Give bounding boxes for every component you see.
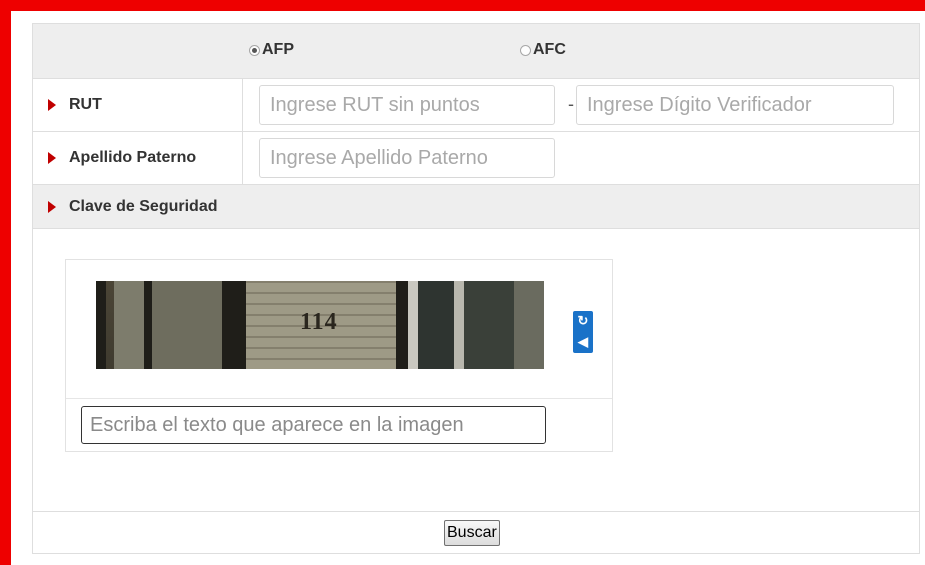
captcha-controls: ↻ ◀ [573,311,593,353]
captcha-box: 114 ↻ ◀ [65,259,613,452]
radio-afp[interactable]: AFP [249,41,294,59]
query-form-panel: AFP AFC RUT - Apellido Paterno Clave de … [32,23,920,554]
radio-afc[interactable]: AFC [520,41,566,59]
rut-label-cell: RUT [33,79,243,131]
captcha-image: 114 [96,281,544,369]
arrow-right-icon [48,201,56,213]
refresh-icon[interactable]: ↻ [573,311,593,332]
apellido-label-cell: Apellido Paterno [33,132,243,184]
red-frame-left [0,0,11,565]
type-selector-row: AFP AFC [33,24,919,79]
radio-afp-label: AFP [262,41,294,58]
apellido-label: Apellido Paterno [69,149,197,166]
clave-header-row: Clave de Seguridad [33,185,919,229]
apellido-input[interactable] [259,138,555,178]
rut-row: RUT - [33,79,919,132]
rut-label: RUT [69,96,102,113]
captcha-divider [66,398,612,399]
arrow-right-icon [48,152,56,164]
rut-dv-input[interactable] [576,85,894,125]
clave-label: Clave de Seguridad [69,198,218,215]
rut-number-input[interactable] [259,85,555,125]
apellido-row: Apellido Paterno [33,132,919,185]
captcha-input[interactable] [81,406,546,444]
arrow-right-icon [48,99,56,111]
red-frame-top [0,0,925,11]
radio-afc-label: AFC [533,41,566,58]
submit-row: Buscar [33,511,919,553]
rut-separator: - [568,94,574,114]
radio-afp-button[interactable] [249,44,260,56]
radio-afc-button[interactable] [520,44,531,56]
audio-icon[interactable]: ◀ [573,332,593,353]
buscar-button[interactable]: Buscar [444,520,500,546]
captcha-text: 114 [300,309,338,335]
